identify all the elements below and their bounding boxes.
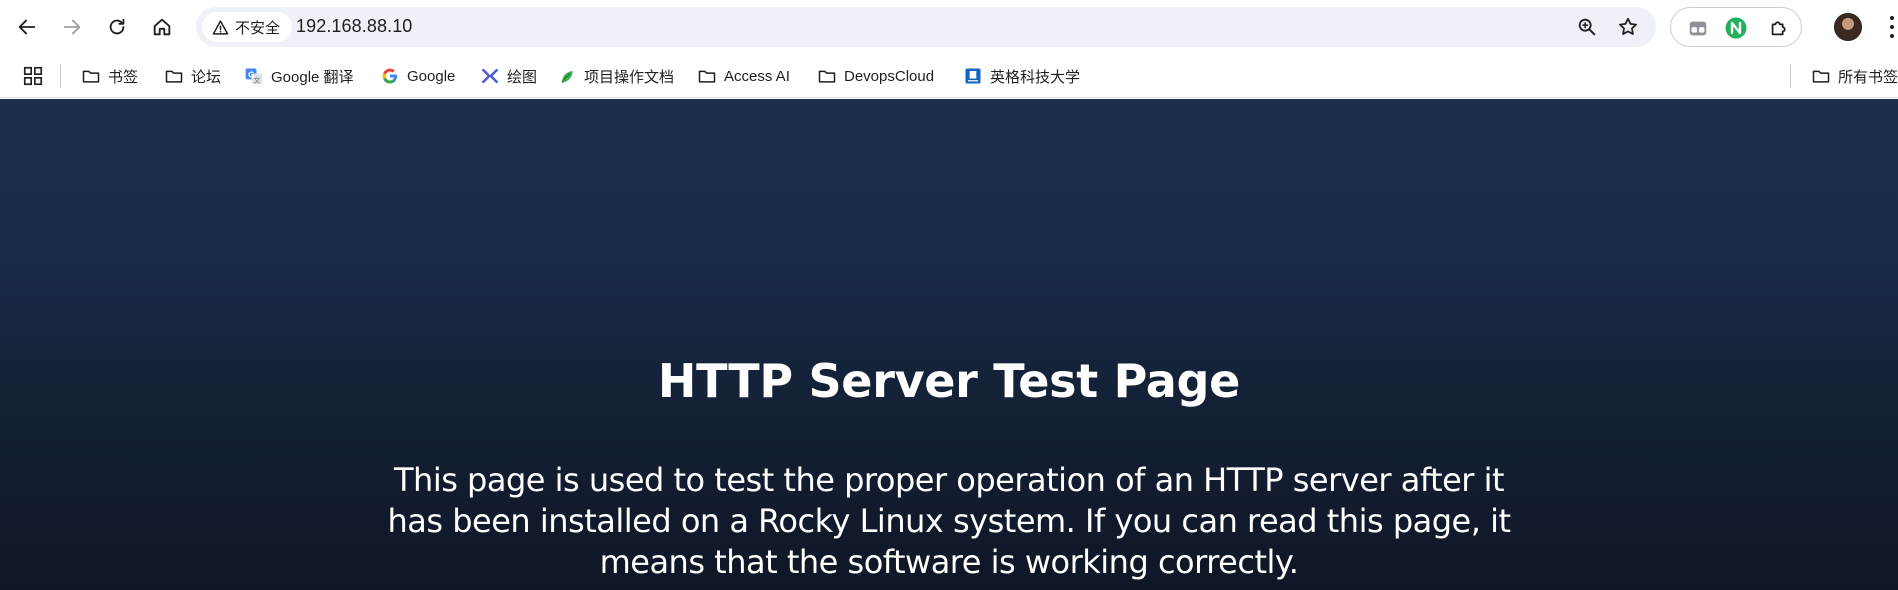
drawing-icon: [480, 66, 500, 86]
svg-text:文: 文: [254, 75, 261, 84]
bookmark-project-docs[interactable]: 项目操作文档: [557, 62, 674, 90]
zoom-button[interactable]: [1573, 13, 1601, 41]
bookmark-label: 所有书签: [1838, 68, 1898, 86]
zoom-icon: [1578, 18, 1596, 36]
bookmarks-divider: [1790, 64, 1791, 88]
google-translate-icon: G 文: [244, 66, 264, 86]
page-description: This page is used to test the proper ope…: [387, 461, 1511, 581]
arrow-right-icon: [63, 19, 81, 35]
arrow-left-icon: [18, 19, 36, 35]
forward-button[interactable]: [54, 9, 90, 45]
leaf-icon: [557, 66, 577, 86]
kebab-menu-icon: [1890, 16, 1894, 21]
bookmark-label: 论坛: [191, 68, 222, 86]
n-extension-icon: [1725, 17, 1747, 39]
star-icon: [1619, 17, 1637, 35]
browser-toolbar: 不安全 192.168.88.10: [0, 0, 1898, 54]
bookmark-folder-luntan[interactable]: 论坛: [164, 62, 221, 90]
bookmark-drawing[interactable]: 绘图: [480, 62, 537, 90]
bookmark-star-button[interactable]: [1614, 13, 1642, 41]
security-label: 不安全: [235, 19, 281, 37]
bookmarks-bar: 书签 论坛 G 文 Google 翻译 Google 绘图 项目操作文档 Acc…: [0, 54, 1898, 98]
folder-icon: [1811, 66, 1831, 86]
extension-button-2[interactable]: [1723, 15, 1749, 41]
google-icon: [380, 66, 400, 86]
bookmark-label: 英格科技大学: [990, 68, 1081, 86]
bookmark-label: Access AI: [724, 67, 790, 85]
address-bar[interactable]: 不安全 192.168.88.10: [196, 7, 1656, 47]
folder-icon: [697, 66, 717, 86]
extensions-group: [1670, 7, 1802, 47]
home-button[interactable]: [144, 9, 180, 45]
bookmarks-divider: [60, 64, 61, 88]
bookmark-folder-devopscloud[interactable]: DevopsCloud: [817, 62, 934, 90]
bookmark-label: 项目操作文档: [584, 68, 675, 86]
bookmark-label: Google 翻译: [271, 68, 354, 86]
profile-avatar[interactable]: [1834, 13, 1862, 41]
web-page-content: HTTP Server Test Page This page is used …: [0, 99, 1898, 590]
page-title: HTTP Server Test Page: [657, 354, 1241, 408]
folder-icon: [81, 66, 101, 86]
university-icon: [963, 66, 983, 86]
tab-manager-icon: [1689, 21, 1707, 36]
bookmark-label: Google: [407, 67, 456, 85]
bookmark-folder-shuqian[interactable]: 书签: [81, 62, 138, 90]
warning-triangle-icon: [212, 19, 229, 35]
home-icon: [153, 18, 171, 36]
bookmark-university[interactable]: 英格科技大学: [963, 62, 1080, 90]
folder-icon: [164, 66, 184, 86]
back-button[interactable]: [9, 9, 45, 45]
bookmark-google[interactable]: Google: [380, 62, 455, 90]
bookmark-label: 绘图: [507, 68, 538, 86]
puzzle-icon: [1771, 21, 1786, 36]
all-bookmarks-folder[interactable]: 所有书签: [1811, 62, 1898, 90]
extensions-menu-button[interactable]: [1766, 15, 1792, 41]
apps-button[interactable]: [20, 63, 46, 89]
bookmark-folder-access-ai[interactable]: Access AI: [697, 62, 790, 90]
bookmark-label: DevopsCloud: [844, 67, 935, 85]
apps-grid-icon: [23, 66, 43, 86]
reload-button[interactable]: [99, 9, 135, 45]
bookmark-label: 书签: [108, 68, 139, 86]
reload-icon: [109, 18, 125, 35]
folder-icon: [817, 66, 837, 86]
url-text[interactable]: 192.168.88.10: [296, 16, 412, 37]
extension-button-1[interactable]: [1685, 15, 1711, 41]
browser-menu-button[interactable]: [1886, 14, 1898, 40]
bookmark-google-translate[interactable]: G 文 Google 翻译: [244, 62, 354, 90]
security-indicator[interactable]: 不安全: [202, 12, 293, 42]
